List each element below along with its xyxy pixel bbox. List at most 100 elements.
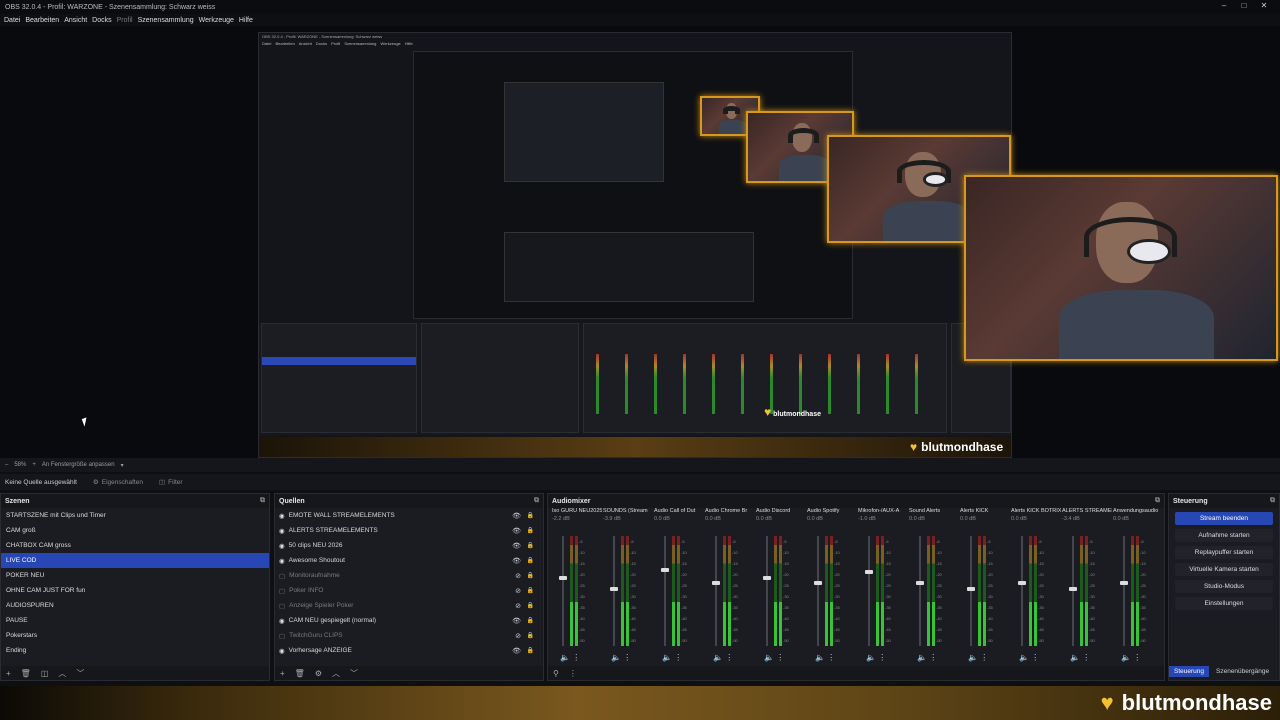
volume-knob[interactable] — [1018, 581, 1026, 585]
eye-off-icon[interactable]: ⊘ — [515, 587, 521, 595]
speaker-icon[interactable]: 🔈 — [917, 653, 927, 662]
more-icon[interactable]: ⋮ — [623, 653, 631, 662]
control-button[interactable]: Stream beenden — [1175, 512, 1273, 525]
control-button[interactable]: Replaypuffer starten — [1175, 546, 1273, 559]
undock-icon[interactable]: ⧉ — [1155, 497, 1160, 505]
more-icon[interactable]: ⋮ — [674, 653, 682, 662]
eye-icon[interactable]: 👁 — [512, 512, 521, 520]
chevron-up-icon[interactable]: ︿ — [58, 668, 66, 679]
control-button[interactable]: Virtuelle Kamera starten — [1175, 563, 1273, 576]
menu-item-bearbeiten[interactable]: Bearbeiten — [25, 17, 59, 24]
volume-slider[interactable] — [817, 536, 819, 646]
volume-slider[interactable] — [613, 536, 615, 646]
scene-item[interactable]: Ending — [1, 643, 269, 658]
volume-slider[interactable] — [766, 536, 768, 646]
more-icon[interactable]: ⋮ — [827, 653, 835, 662]
lock-icon[interactable]: 🔒 — [527, 647, 534, 654]
speaker-icon[interactable]: 🔈 — [1121, 653, 1131, 662]
volume-knob[interactable] — [763, 575, 771, 580]
source-item[interactable]: ▢ TwitchGuru CLIPS ⊘ 🔒 — [275, 628, 543, 643]
chevron-up-icon[interactable]: ︿ — [332, 668, 340, 679]
scene-item[interactable]: OHNE CAM JUST FOR fun — [1, 583, 269, 598]
volume-slider[interactable] — [1123, 536, 1125, 646]
more-icon[interactable]: ⋮ — [1082, 653, 1090, 662]
scene-item[interactable]: CHATBOX CAM gross — [1, 538, 269, 553]
scene-item[interactable]: STARTSZENE mit Clips und Timer — [1, 508, 269, 523]
speaker-icon[interactable]: 🔈 — [866, 653, 876, 662]
volume-knob[interactable] — [916, 581, 924, 585]
speaker-icon[interactable]: 🔈 — [968, 653, 978, 662]
volume-slider[interactable] — [1072, 536, 1074, 646]
scene-item[interactable]: POKER NEU — [1, 568, 269, 583]
speaker-icon[interactable]: 🔈 — [764, 653, 774, 662]
source-item[interactable]: ▢ Poker INFO ⊘ 🔒 — [275, 583, 543, 598]
source-item[interactable]: ◉ ALERTS STREAMELEMENTS 👁 🔒 — [275, 523, 543, 538]
scene-item[interactable]: Pokerstars — [1, 628, 269, 643]
zoom-in-icon[interactable]: + — [32, 462, 36, 468]
menu-item-datei[interactable]: Datei — [4, 17, 20, 24]
menu-item-docks[interactable]: Docks — [92, 17, 111, 24]
volume-slider[interactable] — [868, 536, 870, 646]
add-icon[interactable]: + — [6, 669, 11, 678]
speaker-icon[interactable]: 🔈 — [1070, 653, 1080, 662]
source-item[interactable]: ▢ Monitoraufnahme ⊘ 🔒 — [275, 568, 543, 583]
scene-item[interactable]: PAUSE — [1, 613, 269, 628]
scene-item[interactable]: AUDIOSPUREN — [1, 598, 269, 613]
eye-icon[interactable]: 👁 — [512, 617, 521, 625]
undock-icon[interactable]: ⧉ — [260, 497, 265, 505]
chevron-down-icon[interactable]: ▾ — [121, 462, 124, 469]
filter-icon[interactable]: ◫ — [41, 669, 49, 678]
speaker-icon[interactable]: 🔈 — [1019, 653, 1029, 662]
eye-off-icon[interactable]: ⊘ — [515, 632, 521, 640]
volume-slider[interactable] — [1021, 536, 1023, 646]
speaker-icon[interactable]: 🔈 — [662, 653, 672, 662]
properties-button[interactable]: ⚙ Eigenschaften — [93, 478, 143, 487]
close-icon[interactable]: ✕ — [1258, 1, 1270, 10]
eye-off-icon[interactable]: ⊘ — [515, 572, 521, 580]
trash-icon[interactable]: 🗑 — [21, 669, 31, 678]
chevron-down-icon[interactable]: ﹀ — [76, 668, 84, 679]
lock-icon[interactable]: 🔒 — [527, 617, 534, 624]
speaker-icon[interactable]: 🔈 — [815, 653, 825, 662]
trash-icon[interactable]: 🗑 — [295, 669, 305, 678]
source-item[interactable]: ▢ Anzeige Spieler Poker ⊘ 🔒 — [275, 598, 543, 613]
source-item[interactable]: ◉ Vorhersage ANZEIGE 👁 🔒 — [275, 643, 543, 658]
lock-icon[interactable]: 🔒 — [527, 602, 534, 609]
link-icon[interactable]: ⚲ — [553, 669, 559, 678]
menu-item-szenensammlung[interactable]: Szenensammlung — [138, 17, 194, 24]
more-icon[interactable]: ⋮ — [725, 653, 733, 662]
source-item[interactable]: ◉ CAM NEU gespiegelt (normal) 👁 🔒 — [275, 613, 543, 628]
more-icon[interactable]: ⋮ — [572, 653, 580, 662]
add-icon[interactable]: + — [280, 669, 285, 678]
volume-slider[interactable] — [970, 536, 972, 646]
tab-steuerung[interactable]: Steuerung — [1169, 666, 1209, 677]
menu-item-ansicht[interactable]: Ansicht — [64, 17, 87, 24]
eye-icon[interactable]: 👁 — [512, 557, 521, 565]
volume-slider[interactable] — [715, 536, 717, 646]
filter-button[interactable]: ◫ Filter — [159, 478, 183, 487]
more-icon[interactable]: ⋮ — [569, 669, 577, 678]
lock-icon[interactable]: 🔒 — [527, 527, 534, 534]
menu-item-werkzeuge[interactable]: Werkzeuge — [199, 17, 234, 24]
gear-icon[interactable]: ⚙ — [315, 669, 322, 678]
more-icon[interactable]: ⋮ — [776, 653, 784, 662]
minimize-icon[interactable]: – — [1218, 1, 1230, 10]
control-button[interactable]: Einstellungen — [1175, 597, 1273, 610]
eye-icon[interactable]: 👁 — [512, 647, 521, 655]
speaker-icon[interactable]: 🔈 — [560, 653, 570, 662]
volume-slider[interactable] — [562, 536, 564, 646]
lock-icon[interactable]: 🔒 — [527, 542, 534, 549]
volume-knob[interactable] — [814, 581, 822, 585]
volume-knob[interactable] — [610, 586, 618, 591]
tab-szenenuebergaenge[interactable]: Szenenübergänge — [1211, 666, 1274, 677]
fit-window-button[interactable]: An Fenstergröße anpassen — [42, 462, 115, 468]
menu-item-hilfe[interactable]: Hilfe — [239, 17, 253, 24]
volume-knob[interactable] — [967, 586, 975, 591]
lock-icon[interactable]: 🔒 — [527, 632, 534, 639]
more-icon[interactable]: ⋮ — [1133, 653, 1141, 662]
control-button[interactable]: Studio-Modus — [1175, 580, 1273, 593]
speaker-icon[interactable]: 🔈 — [713, 653, 723, 662]
volume-knob[interactable] — [1069, 586, 1077, 591]
undock-icon[interactable]: ⧉ — [534, 497, 539, 505]
chevron-down-icon[interactable]: ﹀ — [350, 668, 358, 679]
